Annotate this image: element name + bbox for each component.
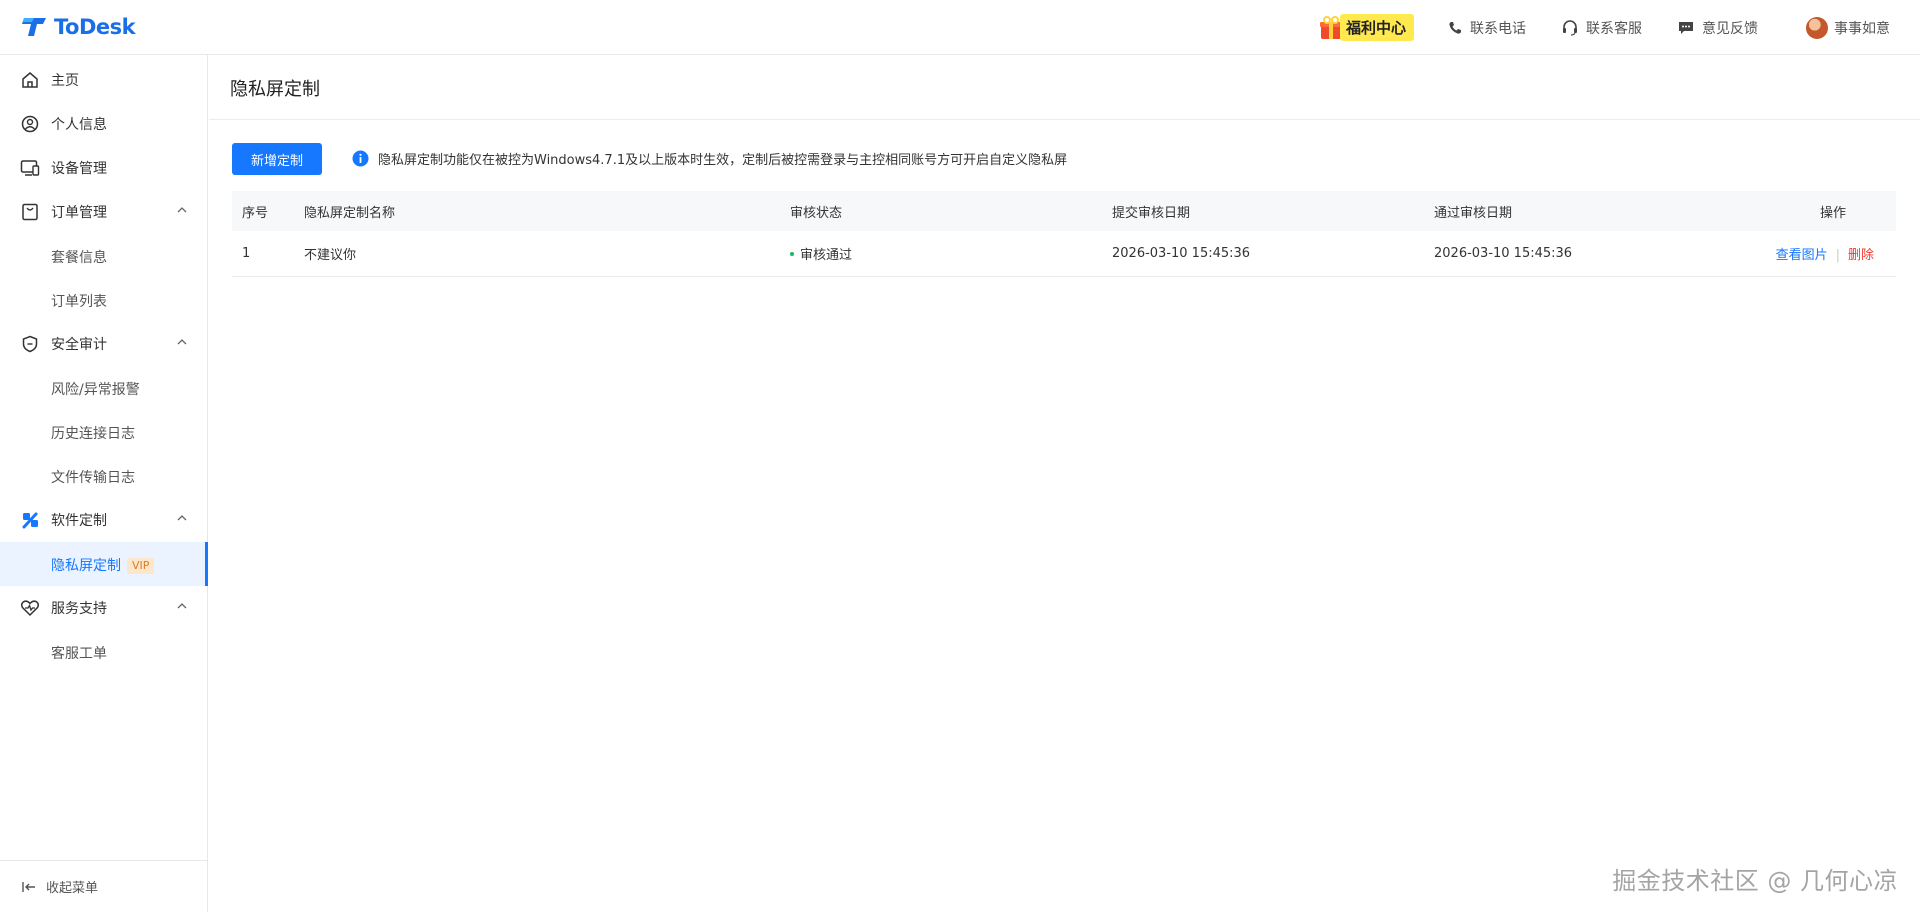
vip-badge: VIP (127, 558, 155, 574)
info-notice: 隐私屏定制功能仅在被控为Windows4.7.1及以上版本时生效，定制后被控需登… (352, 149, 1067, 168)
user-circle-icon (21, 115, 39, 133)
table-row: 1 不建议你 审核通过 2026-03-10 15:45:36 2026-03-… (232, 231, 1896, 277)
sidebar-item-risk-alert[interactable]: 风险/异常报警 (0, 366, 207, 410)
top-bar: ToDesk 福利中心 联系电话 联系客服 意见反馈 事事如意 (0, 0, 1920, 55)
heart-pulse-icon (20, 600, 40, 617)
sidebar-item-home[interactable]: 主页 (0, 58, 207, 102)
sidebar-item-privacy-screen[interactable]: 隐私屏定制 VIP (0, 542, 208, 586)
chevron-up-icon (177, 515, 187, 521)
logo-text: ToDesk (54, 15, 136, 39)
welfare-center-label: 福利中心 (1339, 14, 1414, 41)
sidebar-item-label: 套餐信息 (51, 250, 107, 266)
home-icon (22, 72, 38, 88)
user-name: 事事如意 (1834, 20, 1890, 37)
todesk-logo[interactable]: ToDesk (22, 13, 136, 41)
cell-actions: 查看图片 | 删除 (1756, 244, 1896, 263)
sidebar-item-file-transfer-log[interactable]: 文件传输日志 (0, 454, 207, 498)
sidebar-item-devices[interactable]: 设备管理 (0, 146, 207, 190)
cell-index: 1 (242, 246, 251, 261)
notice-text: 隐私屏定制功能仅在被控为Windows4.7.1及以上版本时生效，定制后被控需登… (378, 153, 1068, 168)
cell-approved: 2026-03-10 15:45:36 (1434, 246, 1573, 261)
sidebar-item-audit[interactable]: 安全审计 (0, 322, 207, 366)
column-header-actions: 操作 (1819, 205, 1846, 221)
view-image-link[interactable]: 查看图片 (1776, 248, 1828, 263)
collapse-menu-button[interactable]: 收起菜单 (0, 860, 207, 912)
sidebar-item-label: 隐私屏定制 (51, 558, 121, 574)
chevron-up-icon (177, 603, 187, 609)
watermark: 掘金技术社区 @ 几何心凉 (1612, 867, 1898, 895)
column-header-submitted: 提交审核日期 (1112, 205, 1191, 221)
feedback-link[interactable]: 意见反馈 (1678, 18, 1758, 38)
table-header: 序号 隐私屏定制名称 审核状态 提交审核日期 通过审核日期 操作 (232, 191, 1896, 231)
sidebar-item-label: 个人信息 (51, 117, 107, 133)
sidebar-item-label: 主页 (51, 73, 79, 89)
todesk-logo-icon (22, 18, 46, 36)
cell-name: 不建议你 (304, 248, 357, 263)
column-header-status: 审核状态 (790, 205, 843, 221)
status-text: 审核通过 (800, 248, 853, 263)
contact-service-link[interactable]: 联系客服 (1562, 18, 1642, 38)
title-divider (209, 119, 1920, 120)
sidebar-item-profile[interactable]: 个人信息 (0, 102, 207, 146)
customization-table: 序号 隐私屏定制名称 审核状态 提交审核日期 通过审核日期 操作 1 不建议你 … (232, 191, 1896, 277)
contact-phone-label: 联系电话 (1470, 20, 1526, 37)
sidebar-item-label: 订单管理 (51, 205, 107, 221)
sidebar-item-label: 服务支持 (51, 601, 107, 617)
add-customization-button[interactable]: 新增定制 (232, 143, 322, 175)
sidebar-item-label: 历史连接日志 (51, 426, 135, 442)
column-header-name: 隐私屏定制名称 (304, 205, 396, 221)
sidebar-item-label: 文件传输日志 (51, 470, 135, 486)
page-title: 隐私屏定制 (230, 79, 320, 100)
cell-status: 审核通过 (790, 244, 1112, 263)
welfare-center-button[interactable]: 福利中心 (1318, 14, 1414, 41)
column-header-index: 序号 (242, 205, 269, 221)
sidebar-item-custom[interactable]: 软件定制 (0, 498, 207, 542)
cell-submitted: 2026-03-10 15:45:36 (1112, 246, 1251, 261)
status-dot (790, 252, 794, 256)
sidebar-item-label: 软件定制 (51, 513, 107, 529)
sidebar-item-label: 订单列表 (51, 294, 107, 310)
contact-service-label: 联系客服 (1586, 20, 1642, 37)
user-menu[interactable]: 事事如意 (1806, 16, 1890, 39)
sidebar-item-label-wrap: 隐私屏定制 VIP (51, 555, 155, 575)
column-header-approved: 通过审核日期 (1434, 205, 1513, 221)
collapse-icon (22, 881, 35, 892)
sidebar-item-service-ticket[interactable]: 客服工单 (0, 630, 207, 674)
phone-icon (1448, 21, 1462, 35)
chevron-up-icon (177, 339, 187, 345)
contact-phone-link[interactable]: 联系电话 (1448, 18, 1526, 38)
sidebar: 主页 个人信息 设备管理 订单管理 套餐信息 订单列表 安全审计 风险/异常报警… (0, 55, 208, 912)
sidebar-item-order-list[interactable]: 订单列表 (0, 278, 207, 322)
action-separator: | (1835, 248, 1840, 263)
sidebar-item-connection-log[interactable]: 历史连接日志 (0, 410, 207, 454)
sidebar-item-support[interactable]: 服务支持 (0, 586, 207, 630)
avatar (1806, 16, 1828, 39)
info-icon (352, 150, 369, 167)
sidebar-item-label: 设备管理 (51, 161, 107, 177)
shield-icon (22, 335, 38, 353)
sidebar-item-label: 客服工单 (51, 646, 107, 662)
sidebar-item-orders[interactable]: 订单管理 (0, 190, 207, 234)
order-icon (22, 203, 38, 221)
sidebar-item-label: 安全审计 (51, 337, 107, 353)
delete-link[interactable]: 删除 (1848, 248, 1874, 263)
message-icon (1678, 21, 1694, 35)
chevron-up-icon (177, 207, 187, 213)
customize-icon (22, 512, 38, 529)
sidebar-item-package-info[interactable]: 套餐信息 (0, 234, 207, 278)
monitor-icon (20, 160, 40, 176)
collapse-menu-label: 收起菜单 (46, 881, 99, 896)
feedback-label: 意见反馈 (1702, 20, 1758, 37)
headset-icon (1562, 19, 1578, 36)
sidebar-item-label: 风险/异常报警 (51, 382, 140, 398)
